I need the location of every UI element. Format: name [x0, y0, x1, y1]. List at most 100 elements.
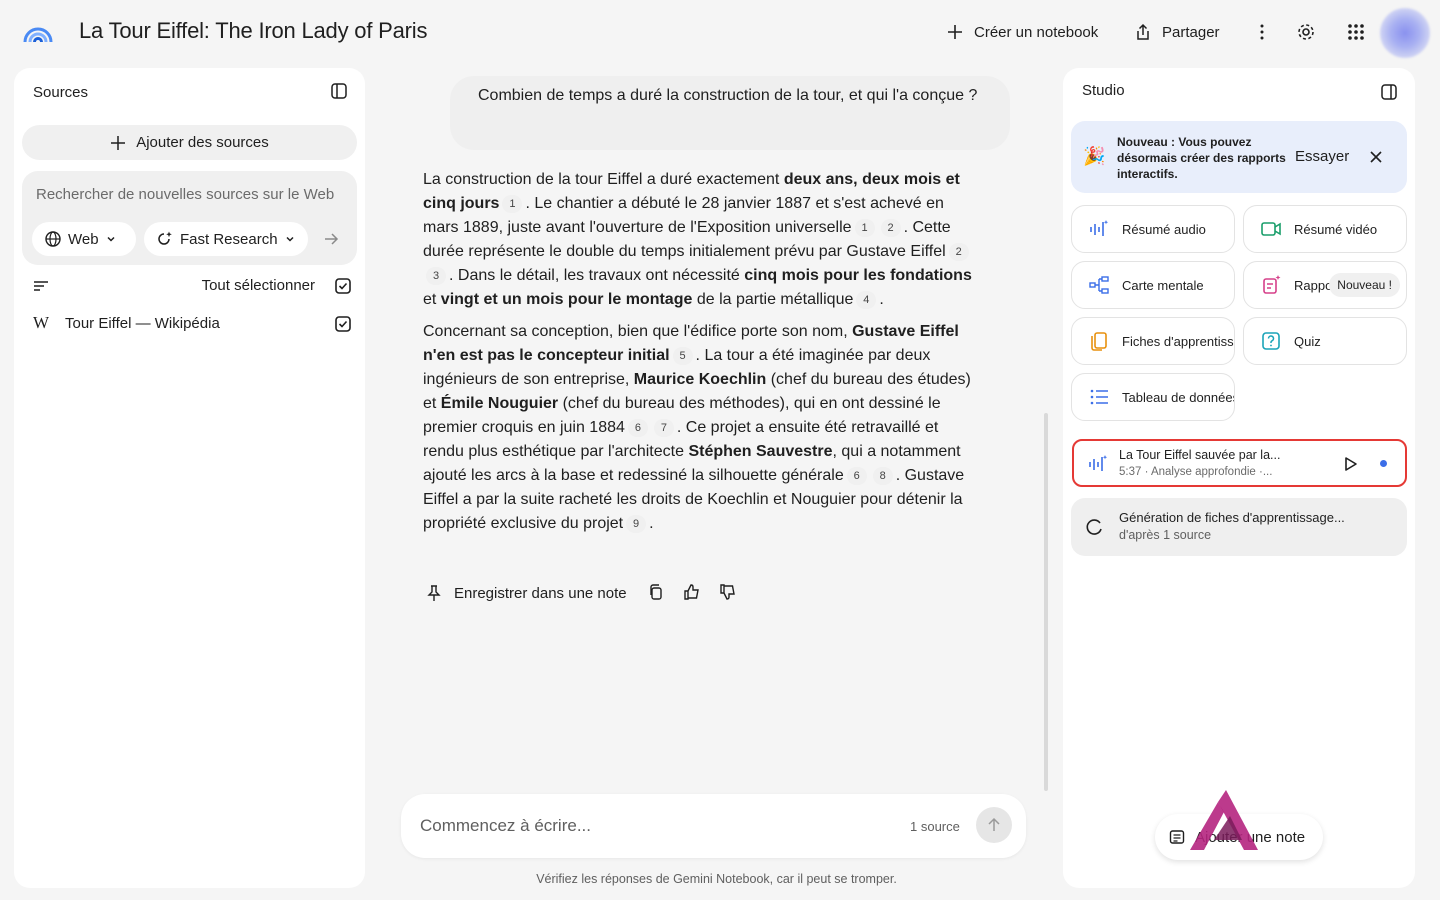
chat-panel: Combien de temps a duré la construction …: [385, 68, 1048, 900]
answer-paragraph: Concernant sa conception, bien que l'édi…: [423, 320, 978, 536]
video-icon: [1260, 218, 1282, 240]
citation-chip[interactable]: 4: [856, 290, 877, 309]
gear-icon[interactable]: [1294, 20, 1318, 44]
thumbs-down-icon[interactable]: [719, 583, 739, 603]
source-checkbox[interactable]: [335, 316, 351, 332]
video-overview-tile[interactable]: Résumé vidéo: [1243, 205, 1407, 253]
chat-input[interactable]: [420, 816, 820, 836]
plus-icon: [946, 23, 964, 41]
result-title: La Tour Eiffel sauvée par la...: [1119, 448, 1281, 462]
citation-chip[interactable]: 1: [854, 218, 875, 237]
notebook-logo-icon[interactable]: [22, 18, 54, 46]
chat-scrollbar[interactable]: [1044, 413, 1048, 791]
answer-text: et: [423, 291, 441, 308]
disclaimer-text: Vérifiez les réponses de Gemini Notebook…: [536, 872, 897, 886]
citation-chip[interactable]: 5: [672, 346, 693, 365]
citation-chip[interactable]: 3: [426, 266, 446, 285]
send-button[interactable]: [976, 807, 1012, 843]
collapse-panel-icon[interactable]: [330, 82, 350, 102]
add-sources-label: Ajouter des sources: [136, 134, 269, 151]
table-icon: [1088, 386, 1110, 408]
answer-text: La construction de la tour Eiffel a duré…: [423, 171, 784, 188]
share-label: Partager: [1162, 23, 1220, 41]
thumbs-up-icon[interactable]: [683, 583, 703, 603]
research-mode-dropdown[interactable]: Fast Research: [144, 222, 308, 256]
studio-panel: Studio 🎉 Nouveau : Vous pouvez désormais…: [1063, 68, 1415, 888]
assistant-answer: La construction de la tour Eiffel a duré…: [423, 168, 978, 544]
copy-icon[interactable]: [647, 583, 667, 603]
select-all-checkbox[interactable]: [335, 278, 351, 294]
tile-label: Quiz: [1294, 333, 1321, 349]
mind-map-icon: [1088, 274, 1110, 296]
citation-chip[interactable]: 2: [948, 242, 969, 261]
source-item[interactable]: W Tour Eiffel — Wikipédia: [33, 313, 351, 335]
result-subtitle: 5:37 · Analyse approfondie ·...: [1119, 466, 1273, 478]
citation-chip[interactable]: 2: [880, 218, 901, 237]
notebook-title[interactable]: La Tour Eiffel: The Iron Lady of Paris: [79, 18, 427, 44]
close-icon[interactable]: [1368, 149, 1384, 165]
select-all-row[interactable]: Tout sélectionner: [33, 275, 351, 297]
plus-icon: [110, 135, 126, 151]
arrow-right-icon[interactable]: [322, 230, 342, 250]
audio-result-item[interactable]: La Tour Eiffel sauvée par la... 5:37 · A…: [1072, 439, 1407, 487]
citation-chip[interactable]: 6: [627, 418, 648, 437]
sources-panel: Sources Ajouter des sources Rechercher d…: [14, 68, 365, 888]
tile-label: Tableau de données: [1122, 389, 1235, 405]
answer-text: .: [879, 291, 884, 308]
share-button[interactable]: Partager: [1134, 20, 1220, 44]
answer-text: Concernant sa conception, bien que l'édi…: [423, 323, 853, 340]
play-icon[interactable]: [1342, 456, 1358, 472]
add-sources-button[interactable]: Ajouter des sources: [22, 125, 357, 160]
report-tile[interactable]: Rapports Nouveau !: [1243, 261, 1407, 309]
answer-actions: Enregistrer dans une note: [426, 580, 755, 606]
tile-label: Résumé audio: [1122, 221, 1206, 237]
globe-icon: [44, 230, 62, 248]
tile-label: Carte mentale: [1122, 277, 1204, 293]
quiz-tile[interactable]: Quiz: [1243, 317, 1407, 365]
arrow-up-icon: [986, 817, 1002, 833]
web-chip-label: Web: [68, 230, 99, 248]
answer-paragraph: La construction de la tour Eiffel a duré…: [423, 168, 978, 312]
select-all-label: Tout sélectionner: [201, 277, 315, 294]
citation-chip[interactable]: 9: [626, 514, 647, 533]
source-label: Tour Eiffel — Wikipédia: [65, 315, 220, 332]
sparkle-search-icon: [156, 230, 174, 248]
apps-grid-icon[interactable]: [1344, 20, 1368, 44]
watermark-logo-icon: [1188, 788, 1260, 852]
more-vert-icon[interactable]: [1250, 20, 1274, 44]
collapse-panel-icon[interactable]: [1380, 83, 1400, 103]
share-icon: [1134, 23, 1152, 41]
chevron-down-icon: [284, 233, 296, 245]
answer-text: . Dans le détail, les travaux ont nécess…: [449, 267, 745, 284]
report-icon: [1260, 274, 1282, 296]
note-icon: [1169, 829, 1185, 845]
audio-wave-icon: [1088, 218, 1110, 240]
citation-chip[interactable]: 6: [846, 466, 867, 485]
avatar[interactable]: [1380, 8, 1430, 58]
generating-title: Génération de fiches d'apprentissage...: [1119, 510, 1345, 525]
chat-composer: 1 source: [401, 794, 1026, 858]
answer-text: de la partie métallique: [692, 291, 854, 308]
wikipedia-icon: W: [33, 313, 50, 332]
pin-icon: [426, 584, 442, 602]
new-feature-banner: 🎉 Nouveau : Vous pouvez désormais créer …: [1071, 121, 1407, 193]
citation-chip[interactable]: 8: [872, 466, 893, 485]
data-table-tile[interactable]: Tableau de données: [1071, 373, 1235, 421]
mind-map-tile[interactable]: Carte mentale: [1071, 261, 1235, 309]
answer-bold: Émile Nouguier: [440, 395, 559, 412]
web-source-dropdown[interactable]: Web: [32, 222, 136, 256]
party-popper-icon: 🎉: [1083, 146, 1106, 166]
spinner-icon: [1085, 518, 1103, 536]
create-notebook-button[interactable]: Créer un notebook: [946, 20, 1098, 44]
web-search-input[interactable]: Rechercher de nouvelles sources sur le W…: [36, 186, 334, 203]
generating-card: Génération de fiches d'apprentissage... …: [1071, 498, 1407, 556]
audio-overview-tile[interactable]: Résumé audio: [1071, 205, 1235, 253]
audio-wave-icon: [1087, 453, 1109, 475]
flashcards-tile[interactable]: Fiches d'apprentissage: [1071, 317, 1235, 365]
sources-title: Sources: [33, 84, 89, 101]
citation-chip[interactable]: 1: [502, 194, 523, 213]
try-button[interactable]: Essayer: [1295, 148, 1349, 165]
save-to-note-button[interactable]: Enregistrer dans une note: [426, 584, 627, 602]
citation-chip[interactable]: 7: [653, 418, 674, 437]
answer-bold: vingt et un mois pour le montage: [440, 291, 693, 308]
